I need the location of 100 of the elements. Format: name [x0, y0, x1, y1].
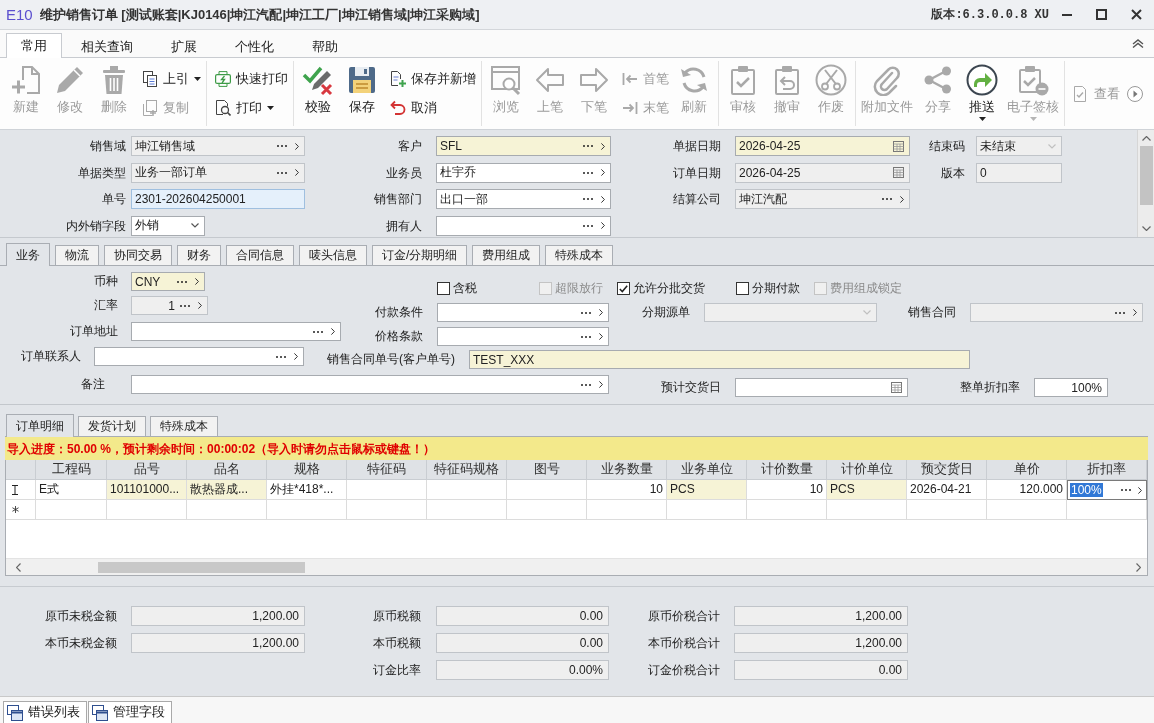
lookup-field[interactable]: 1 [131, 296, 208, 315]
lookup-field[interactable]: 坤江汽配 [735, 189, 910, 209]
date-field[interactable] [735, 378, 908, 397]
chevron-right-icon[interactable] [900, 195, 904, 203]
column-header[interactable]: 折扣率 [1067, 460, 1147, 480]
toolbar-button[interactable]: 取消 [390, 97, 476, 119]
tab[interactable]: 唛头信息 [299, 245, 367, 265]
ribbon-tab[interactable]: 扩展 [152, 34, 216, 58]
number-field[interactable]: 0.00% [436, 660, 609, 680]
chevron-right-icon[interactable] [599, 309, 603, 316]
number-field[interactable]: 1,200.00 [131, 606, 305, 626]
date-field[interactable]: 2026-04-25 [735, 136, 910, 156]
toolbar-button[interactable]: 打印 [215, 97, 288, 119]
column-header[interactable]: 品号 [107, 460, 187, 480]
dock-tab[interactable]: 错误列表 [3, 701, 87, 723]
lookup-field[interactable]: 业务一部订单 [131, 162, 305, 183]
number-field[interactable]: 100% [1034, 378, 1108, 397]
ellipsis-icon[interactable] [180, 304, 190, 307]
chevron-down-icon[interactable] [1141, 226, 1151, 231]
chevron-right-icon[interactable] [198, 302, 202, 309]
calendar-icon[interactable] [893, 140, 904, 152]
number-field[interactable]: 0.00 [436, 606, 609, 626]
number-field[interactable]: 0.00 [734, 660, 908, 680]
lookup-field[interactable]: CNY [131, 272, 205, 291]
ribbon-tab[interactable]: 帮助 [293, 34, 357, 58]
dropdown-field[interactable]: 未结束 [976, 136, 1062, 156]
lookup-field[interactable] [94, 347, 304, 366]
checkbox[interactable] [736, 282, 749, 295]
toolbar-button[interactable]: 保存 [340, 61, 384, 126]
column-header[interactable]: 特征码规格 [427, 460, 507, 480]
number-field[interactable]: 1,200.00 [131, 633, 305, 653]
lookup-field[interactable] [131, 322, 341, 341]
toolbar-button[interactable]: 保存并新增 [390, 68, 476, 90]
chevron-right-icon[interactable] [599, 333, 603, 340]
lookup-field[interactable] [131, 375, 609, 394]
column-header[interactable]: 特征码 [347, 460, 427, 480]
ribbon-tab[interactable]: 个性化 [216, 34, 293, 58]
ellipsis-icon[interactable] [177, 280, 187, 283]
tab[interactable]: 特殊成本 [150, 416, 218, 436]
tab[interactable]: 财务 [177, 245, 221, 265]
chevron-right-icon[interactable] [601, 169, 605, 176]
lookup-field[interactable]: 出口一部 [436, 189, 611, 209]
lookup-field[interactable]: 坤江销售域 [131, 136, 305, 156]
number-field[interactable]: 1,200.00 [734, 633, 908, 653]
toolbar-button[interactable]: 校验 [296, 61, 340, 126]
tab[interactable]: 合同信息 [226, 245, 294, 265]
tab[interactable]: 特殊成本 [545, 245, 614, 265]
ellipsis-icon[interactable] [581, 335, 591, 338]
tab[interactable]: 业务 [6, 243, 50, 266]
ellipsis-icon[interactable] [583, 171, 593, 174]
lookup-field[interactable] [436, 215, 611, 236]
tab[interactable]: 订金/分期明细 [372, 245, 468, 265]
tab[interactable]: 协同交易 [104, 245, 172, 265]
calendar-icon[interactable] [893, 167, 904, 178]
cell-editor[interactable]: 100% [1067, 480, 1147, 500]
chevron-right-icon[interactable] [601, 142, 605, 150]
chevron-right-icon[interactable] [599, 381, 603, 388]
chevron-right-icon[interactable] [195, 278, 199, 285]
number-field[interactable]: 0.00 [436, 633, 609, 653]
text-field[interactable]: 2301-202604250001 [131, 189, 305, 209]
toolbar-button[interactable]: 推送 [960, 61, 1004, 126]
ellipsis-icon[interactable] [313, 330, 323, 333]
chevron-right-icon[interactable] [294, 353, 298, 360]
scrollbar-thumb[interactable] [98, 561, 305, 573]
double-chevron-up-icon[interactable] [1132, 39, 1144, 48]
checkbox[interactable] [437, 282, 450, 295]
lookup-field[interactable]: 杜宇乔 [436, 162, 611, 183]
chevron-right-icon[interactable] [331, 328, 335, 335]
ellipsis-icon[interactable] [277, 171, 287, 174]
chevron-down-icon[interactable] [191, 223, 199, 228]
chevron-right-icon[interactable] [295, 142, 299, 150]
chevron-right-icon[interactable] [1138, 486, 1142, 494]
column-header[interactable]: 工程码 [36, 460, 107, 480]
chevron-right-icon[interactable] [601, 222, 605, 229]
dropdown-field[interactable] [704, 303, 877, 322]
column-header[interactable]: 品名 [187, 460, 267, 480]
dropdown-field[interactable]: 外销 [131, 215, 205, 236]
column-header[interactable]: 业务数量 [587, 460, 667, 480]
column-header[interactable]: 预交货日 [907, 460, 987, 480]
column-header[interactable]: 计价数量 [747, 460, 827, 480]
chevron-up-icon[interactable] [1141, 136, 1151, 141]
lookup-field[interactable] [437, 303, 609, 322]
lookup-field[interactable] [437, 327, 609, 346]
chevron-left-icon[interactable] [16, 562, 21, 572]
horizontal-scrollbar[interactable] [6, 558, 1147, 575]
toolbar-button[interactable]: 快速打印 [215, 68, 288, 90]
number-field[interactable]: 1,200.00 [734, 606, 908, 626]
chevron-right-icon[interactable] [1136, 562, 1141, 572]
ellipsis-icon[interactable] [276, 355, 286, 358]
column-header[interactable]: 图号 [507, 460, 587, 480]
lookup-field[interactable]: SFL [436, 136, 611, 156]
chevron-right-icon[interactable] [295, 169, 299, 176]
column-header[interactable]: 业务单位 [667, 460, 747, 480]
tab[interactable]: 订单明细 [6, 414, 74, 437]
tab[interactable]: 发货计划 [78, 416, 146, 436]
ribbon-tab[interactable]: 常用 [6, 33, 62, 58]
play-circle-icon[interactable] [1127, 85, 1143, 102]
text-field[interactable]: 0 [976, 162, 1062, 183]
dock-tab[interactable]: 管理字段 [88, 701, 172, 723]
chevron-right-icon[interactable] [601, 195, 605, 203]
